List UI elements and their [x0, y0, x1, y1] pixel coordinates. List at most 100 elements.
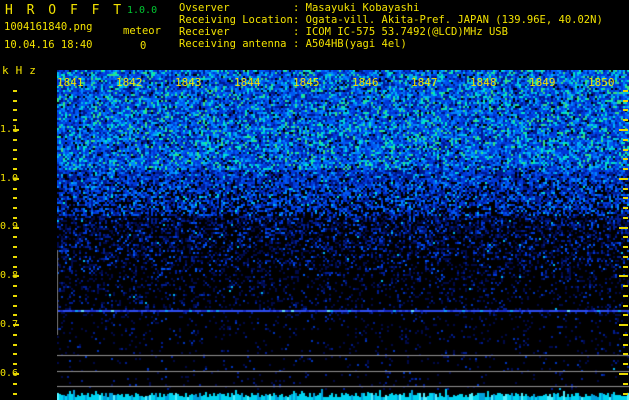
major-tick: [13, 129, 19, 131]
info-separator: :: [293, 26, 306, 38]
info-value: ICOM IC-575 53.7492(@LCD)MHz USB: [305, 26, 508, 38]
app-version: 1.0.0: [127, 5, 158, 16]
minor-tick: [623, 236, 628, 238]
minor-tick: [623, 149, 628, 151]
minor-tick: [623, 334, 628, 336]
info-row-location: Receiving Location: Ogata-vill. Akita-Pr…: [179, 14, 603, 26]
major-tick: [619, 275, 628, 277]
minor-tick: [623, 305, 628, 307]
minor-tick: [13, 295, 17, 297]
major-tick: [619, 373, 628, 375]
info-label: Ovserver: [179, 2, 230, 14]
minor-tick: [13, 158, 17, 160]
meteor-count-value: 0: [140, 40, 147, 52]
minor-tick: [623, 119, 628, 121]
time-label: 1841: [57, 76, 84, 89]
major-tick: [619, 227, 628, 229]
major-tick: [13, 373, 19, 375]
time-label: 1849: [529, 76, 556, 89]
minor-tick: [623, 266, 628, 268]
minor-tick: [623, 363, 628, 365]
info-separator: :: [293, 14, 306, 26]
info-separator: :: [293, 2, 306, 14]
minor-tick: [623, 314, 628, 316]
y-axis-unit-label: kHz: [2, 64, 43, 77]
info-value: A504HB(yagi 4el): [305, 38, 407, 50]
minor-tick: [13, 246, 17, 248]
minor-tick: [13, 383, 17, 385]
minor-tick: [13, 393, 17, 395]
major-tick: [619, 324, 628, 326]
minor-tick: [13, 168, 17, 170]
info-label: Receiving Location: [179, 14, 293, 26]
minor-tick: [623, 100, 628, 102]
minor-tick: [13, 217, 17, 219]
minor-tick: [623, 90, 628, 92]
minor-tick: [623, 109, 628, 111]
major-tick: [13, 275, 19, 277]
info-row-antenna: Receiving antenna: A504HB(yagi 4el): [179, 38, 603, 50]
time-label: 1846: [352, 76, 379, 89]
station-info: Ovserver: Masayuki Kobayashi Receiving L…: [179, 2, 603, 50]
minor-tick: [623, 383, 628, 385]
minor-tick: [623, 139, 628, 141]
minor-tick: [13, 363, 17, 365]
info-row-observer: Ovserver: Masayuki Kobayashi: [179, 2, 603, 14]
minor-tick: [13, 90, 17, 92]
minor-tick: [623, 256, 628, 258]
minor-tick: [623, 353, 628, 355]
minor-tick: [13, 266, 17, 268]
info-separator: :: [293, 38, 306, 50]
file-name: 1004161840.png: [4, 21, 93, 33]
hrofft-output: H R O F F T 1.0.0 1004161840.png meteor …: [0, 0, 629, 400]
minor-tick: [13, 256, 17, 258]
info-label: Receiving antenna: [179, 38, 287, 50]
time-label: 1847: [411, 76, 438, 89]
info-label: Receiver: [179, 26, 230, 38]
time-label: 1844: [234, 76, 261, 89]
major-tick: [13, 227, 19, 229]
minor-tick: [623, 158, 628, 160]
major-tick: [619, 129, 628, 131]
minor-tick: [13, 109, 17, 111]
minor-tick: [623, 246, 628, 248]
minor-tick: [13, 207, 17, 209]
minor-tick: [623, 207, 628, 209]
major-tick: [619, 178, 628, 180]
minor-tick: [13, 139, 17, 141]
minor-tick: [623, 197, 628, 199]
minor-tick: [13, 236, 17, 238]
minor-tick: [623, 295, 628, 297]
time-label: 1848: [470, 76, 497, 89]
minor-tick: [13, 305, 17, 307]
info-row-receiver: Receiver: ICOM IC-575 53.7492(@LCD)MHz U…: [179, 26, 603, 38]
meteor-count-label: meteor: [123, 25, 161, 37]
minor-tick: [623, 188, 628, 190]
info-value: Ogata-vill. Akita-Pref. JAPAN (139.96E, …: [305, 14, 603, 26]
minor-tick: [623, 168, 628, 170]
minor-tick: [13, 188, 17, 190]
minor-tick: [13, 314, 17, 316]
minor-tick: [13, 344, 17, 346]
minor-tick: [13, 334, 17, 336]
observation-datetime: 10.04.16 18:40: [4, 39, 93, 51]
minor-tick: [13, 285, 17, 287]
minor-tick: [13, 100, 17, 102]
major-tick: [13, 324, 19, 326]
time-label: 1850: [588, 76, 615, 89]
minor-tick: [623, 285, 628, 287]
time-label: 1842: [116, 76, 143, 89]
minor-tick: [13, 197, 17, 199]
minor-tick: [13, 353, 17, 355]
time-label: 1843: [175, 76, 202, 89]
minor-tick: [623, 393, 628, 395]
major-tick: [13, 178, 19, 180]
minor-tick: [623, 344, 628, 346]
minor-tick: [13, 119, 17, 121]
minor-tick: [623, 217, 628, 219]
info-value: Masayuki Kobayashi: [305, 2, 420, 14]
time-label: 1845: [293, 76, 320, 89]
minor-tick: [13, 149, 17, 151]
spectrogram-canvas: [57, 70, 629, 400]
app-title: H R O F F T: [5, 3, 125, 18]
